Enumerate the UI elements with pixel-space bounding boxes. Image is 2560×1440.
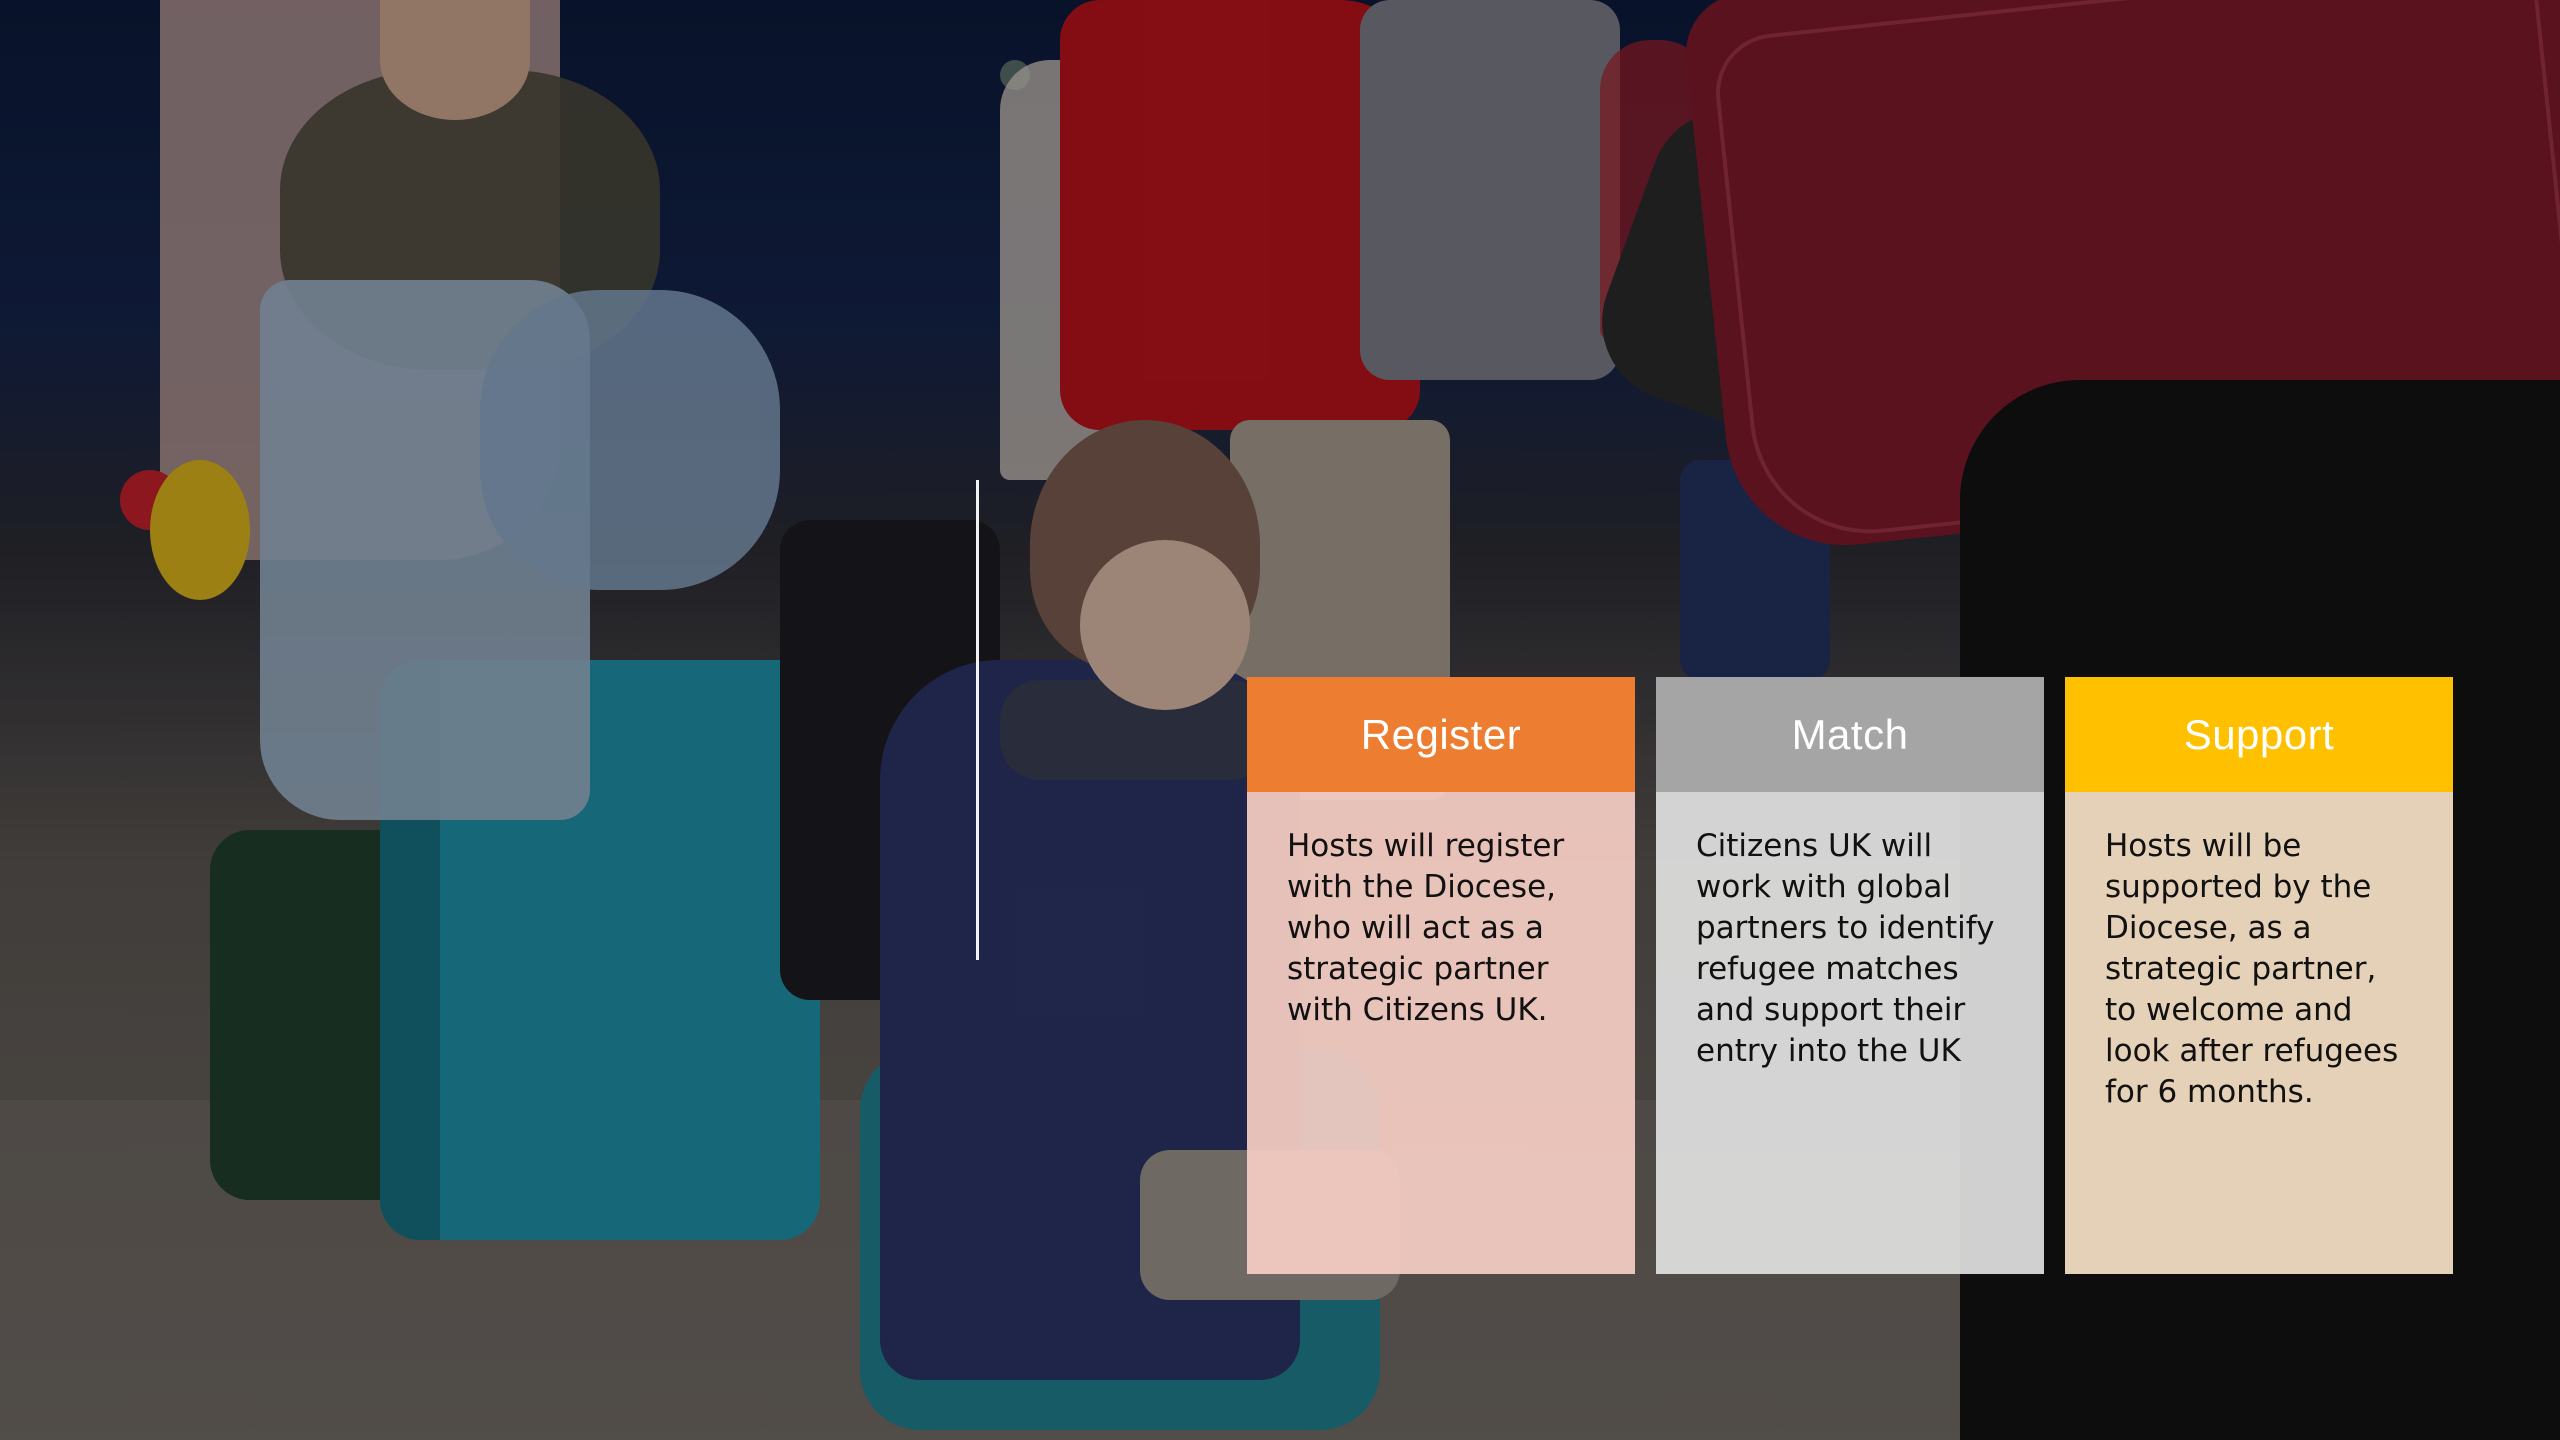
card-register-title: Register [1247, 677, 1635, 792]
card-support-body: Hosts will be supported by the Diocese, … [2065, 792, 2453, 1274]
card-match-body: Citizens UK will work with global partne… [1656, 792, 2044, 1274]
card-support: Support Hosts will be supported by the D… [2065, 677, 2453, 1274]
card-register-body: Hosts will register with the Diocese, wh… [1247, 792, 1635, 1274]
card-match-title: Match [1656, 677, 2044, 792]
vertical-divider [976, 480, 979, 960]
card-match: Match Citizens UK will work with global … [1656, 677, 2044, 1274]
card-support-title: Support [2065, 677, 2453, 792]
presentation-slide: Register Hosts will register with the Di… [0, 0, 2560, 1440]
card-register: Register Hosts will register with the Di… [1247, 677, 1635, 1274]
